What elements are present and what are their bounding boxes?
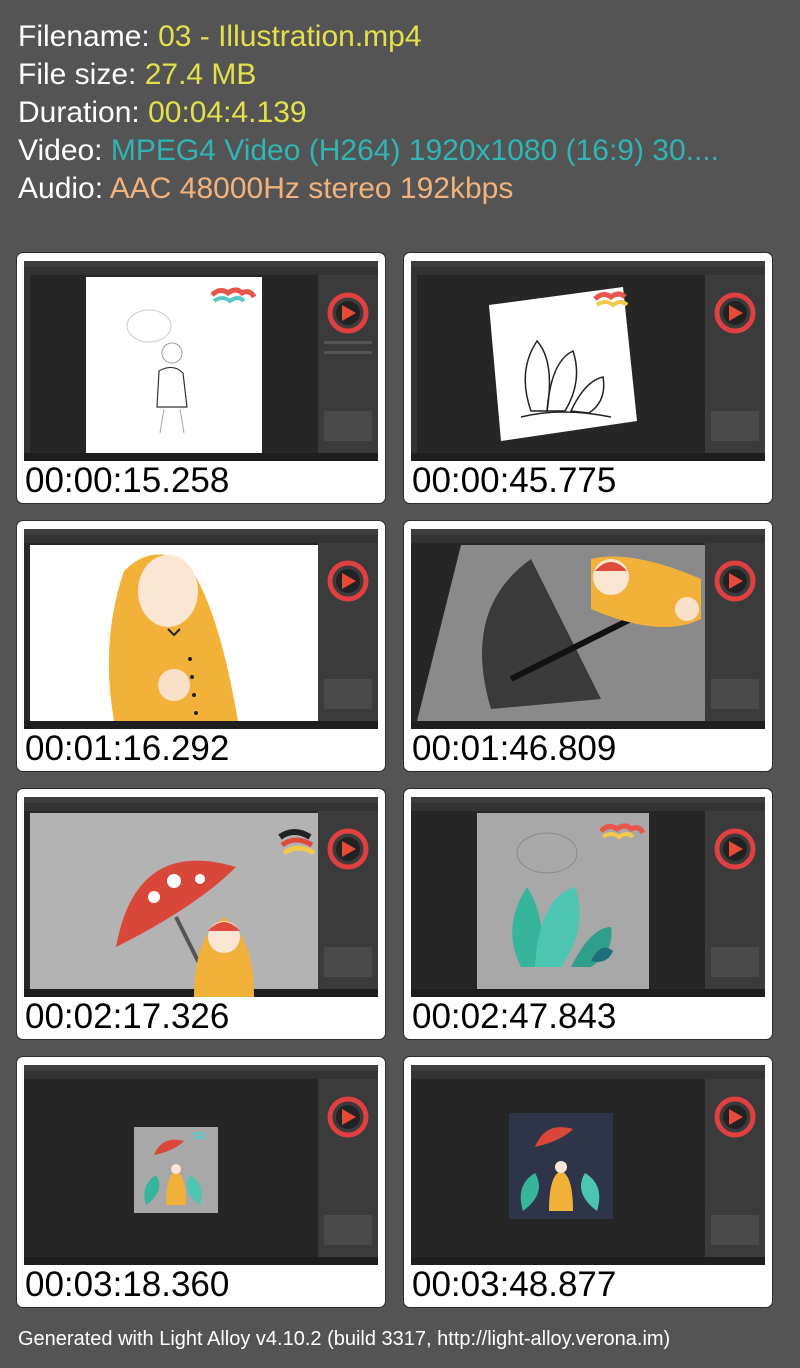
thumbnail-card[interactable]: 00:00:45.775 bbox=[403, 252, 773, 504]
audio-line: Audio: AAC 48000Hz stereo 192kbps bbox=[18, 170, 788, 208]
filesize-label: File size: bbox=[18, 58, 137, 91]
audio-value: AAC 48000Hz stereo 192kbps bbox=[109, 172, 514, 205]
thumbnail-card[interactable]: 00:03:18.360 bbox=[16, 1056, 386, 1308]
photoshop-screenshot-icon bbox=[24, 1065, 378, 1265]
video-label: Video: bbox=[18, 134, 103, 167]
timestamp: 00:01:46.809 bbox=[412, 729, 617, 768]
filename-label: Filename: bbox=[18, 20, 150, 53]
thumbnail-image bbox=[411, 261, 765, 461]
timestamp: 00:02:47.843 bbox=[412, 997, 617, 1036]
thumbnail-card[interactable]: 00:00:15.258 bbox=[16, 252, 386, 504]
thumbnail-image bbox=[24, 1065, 378, 1265]
timestamp: 00:03:18.360 bbox=[25, 1265, 230, 1304]
video-value: MPEG4 Video (H264) 1920x1080 (16:9) 30..… bbox=[110, 134, 720, 167]
thumbnail-card[interactable]: 00:01:46.809 bbox=[403, 520, 773, 772]
photoshop-screenshot-icon bbox=[411, 1065, 765, 1265]
generator-credit: Generated with Light Alloy v4.10.2 (buil… bbox=[18, 1328, 671, 1350]
thumbnail-card[interactable]: 00:02:47.843 bbox=[403, 788, 773, 1040]
timestamp: 00:03:48.877 bbox=[412, 1265, 617, 1304]
audio-label: Audio: bbox=[18, 172, 104, 205]
video-line: Video: MPEG4 Video (H264) 1920x1080 (16:… bbox=[18, 132, 788, 170]
filesize-value: 27.4 MB bbox=[144, 58, 257, 91]
thumbnail-image bbox=[411, 797, 765, 997]
duration-value: 00:04:4.139 bbox=[148, 96, 307, 129]
timestamp: 00:00:15.258 bbox=[25, 461, 230, 500]
thumbnail-card[interactable]: 00:01:16.292 bbox=[16, 520, 386, 772]
photoshop-screenshot-icon bbox=[24, 261, 378, 461]
photoshop-screenshot-icon bbox=[411, 529, 765, 729]
file-info: Filename: 03 - Illustration.mp4 File siz… bbox=[18, 18, 788, 208]
thumbnail-image bbox=[24, 529, 378, 729]
photoshop-screenshot-icon bbox=[24, 797, 378, 997]
timestamp: 00:02:17.326 bbox=[25, 997, 230, 1036]
filename-value: 03 - Illustration.mp4 bbox=[158, 20, 422, 53]
filesize-line: File size: 27.4 MB bbox=[18, 56, 788, 94]
thumbnail-card[interactable]: 00:03:48.877 bbox=[403, 1056, 773, 1308]
duration-label: Duration: bbox=[18, 96, 140, 129]
photoshop-screenshot-icon bbox=[411, 261, 765, 461]
filename-line: Filename: 03 - Illustration.mp4 bbox=[18, 18, 788, 56]
photoshop-screenshot-icon bbox=[24, 529, 378, 729]
thumbnail-image bbox=[24, 797, 378, 997]
thumbnail-image bbox=[24, 261, 378, 461]
timestamp: 00:01:16.292 bbox=[25, 729, 230, 768]
duration-line: Duration: 00:04:4.139 bbox=[18, 94, 788, 132]
thumbnail-image bbox=[411, 529, 765, 729]
thumbnail-image bbox=[411, 1065, 765, 1265]
photoshop-screenshot-icon bbox=[411, 797, 765, 997]
timestamp: 00:00:45.775 bbox=[412, 461, 617, 500]
thumbnail-card[interactable]: 00:02:17.326 bbox=[16, 788, 386, 1040]
